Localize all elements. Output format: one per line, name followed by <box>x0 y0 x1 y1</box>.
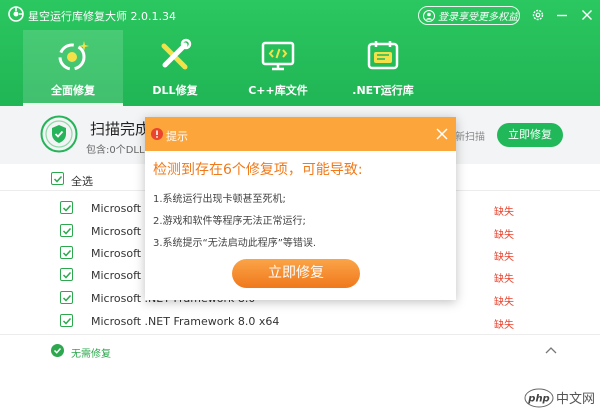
repair-now-button[interactable]: 立即修复 <box>497 123 563 147</box>
nav-tab-dll-repair[interactable]: DLL修复 <box>125 30 225 106</box>
divider <box>0 334 600 335</box>
nav-label: C++库文件 <box>248 84 308 97</box>
dialog-reason: 3.系统提示“无法启动此程序”等错误. <box>153 238 317 249</box>
nav-label: 全面修复 <box>51 84 95 97</box>
wrench-screwdriver-icon <box>161 38 192 70</box>
checkmark-icon <box>62 227 72 235</box>
svg-text:php: php <box>527 394 549 405</box>
dialog-close-icon[interactable] <box>435 127 449 141</box>
title-bar: 星空运行库修复大师 2.0.1.34 登录享受更多权益 <box>0 0 600 30</box>
warning-icon <box>151 128 163 140</box>
nav-tab-full-repair[interactable]: 全面修复 <box>23 30 123 106</box>
nav-label: DLL修复 <box>152 84 198 97</box>
item-checkbox[interactable] <box>60 314 73 327</box>
item-status: 缺失 <box>494 207 514 218</box>
site-watermark-logo: php 中文网 <box>524 388 595 408</box>
code-monitor-icon <box>261 41 295 71</box>
chevron-up-icon[interactable] <box>545 345 557 355</box>
main-nav: 全面修复 DLL修复 C++库文件 .NET运行库 <box>0 30 600 106</box>
select-all-checkbox[interactable] <box>51 172 64 185</box>
item-status: 缺失 <box>494 230 514 241</box>
dialog-title: 提示 <box>166 130 188 143</box>
dotnet-calendar-icon <box>367 41 399 70</box>
dialog-repair-now-button[interactable]: 立即修复 <box>232 259 360 288</box>
app-logo-icon <box>8 6 24 22</box>
checkmark-icon <box>53 175 63 183</box>
item-status: 缺失 <box>494 297 514 308</box>
item-status: 缺失 <box>494 320 514 331</box>
dialog-reason: 1.系统运行出现卡顿甚至死机; <box>153 194 286 205</box>
full-repair-icon <box>58 41 89 71</box>
minimize-icon[interactable] <box>555 8 569 22</box>
item-status: 缺失 <box>494 274 514 285</box>
nav-label: .NET运行库 <box>352 84 414 97</box>
dialog-header: 提示 <box>145 117 456 151</box>
checkmark-icon <box>62 271 72 279</box>
checkmark-icon <box>62 317 72 325</box>
item-checkbox[interactable] <box>60 201 73 214</box>
no-repair-needed-label: 无需修复 <box>71 349 111 360</box>
select-all-label: 全选 <box>71 175 93 188</box>
item-name: Microsoft .NET Framework 8.0 x64 <box>91 315 280 328</box>
nav-tab-cpp-library[interactable]: C++库文件 <box>228 30 328 106</box>
close-icon[interactable] <box>580 8 594 22</box>
checkmark-icon <box>62 249 72 257</box>
app-header: 星空运行库修复大师 2.0.1.34 登录享受更多权益 全面修复 DLL修复 C… <box>0 0 600 106</box>
login-button[interactable]: 登录享受更多权益 <box>418 6 520 25</box>
login-label: 登录享受更多权益 <box>438 12 518 23</box>
rescan-link[interactable]: 新扫描 <box>455 128 485 143</box>
item-checkbox[interactable] <box>60 224 73 237</box>
shield-scan-icon <box>40 115 78 153</box>
settings-gear-icon[interactable] <box>531 8 545 22</box>
scan-result-title: 扫描完成 <box>90 120 151 138</box>
nav-tab-dotnet-runtime[interactable]: .NET运行库 <box>333 30 433 106</box>
item-checkbox[interactable] <box>60 291 73 304</box>
svg-text:中文网: 中文网 <box>556 392 595 407</box>
repair-prompt-dialog: 提示 检测到存在6个修复项，可能导致: 1.系统运行出现卡顿甚至死机; 2.游戏… <box>145 117 456 300</box>
dialog-reason: 2.游戏和软件等程序无法正常运行; <box>153 216 306 227</box>
user-icon <box>423 9 435 22</box>
item-checkbox[interactable] <box>60 246 73 259</box>
checkmark-icon <box>62 204 72 212</box>
item-status: 缺失 <box>494 252 514 263</box>
app-title: 星空运行库修复大师 2.0.1.34 <box>28 10 176 23</box>
checkmark-icon <box>62 294 72 302</box>
item-checkbox[interactable] <box>60 268 73 281</box>
check-circle-icon <box>51 344 64 357</box>
dialog-headline: 检测到存在6个修复项，可能导致: <box>153 162 363 178</box>
